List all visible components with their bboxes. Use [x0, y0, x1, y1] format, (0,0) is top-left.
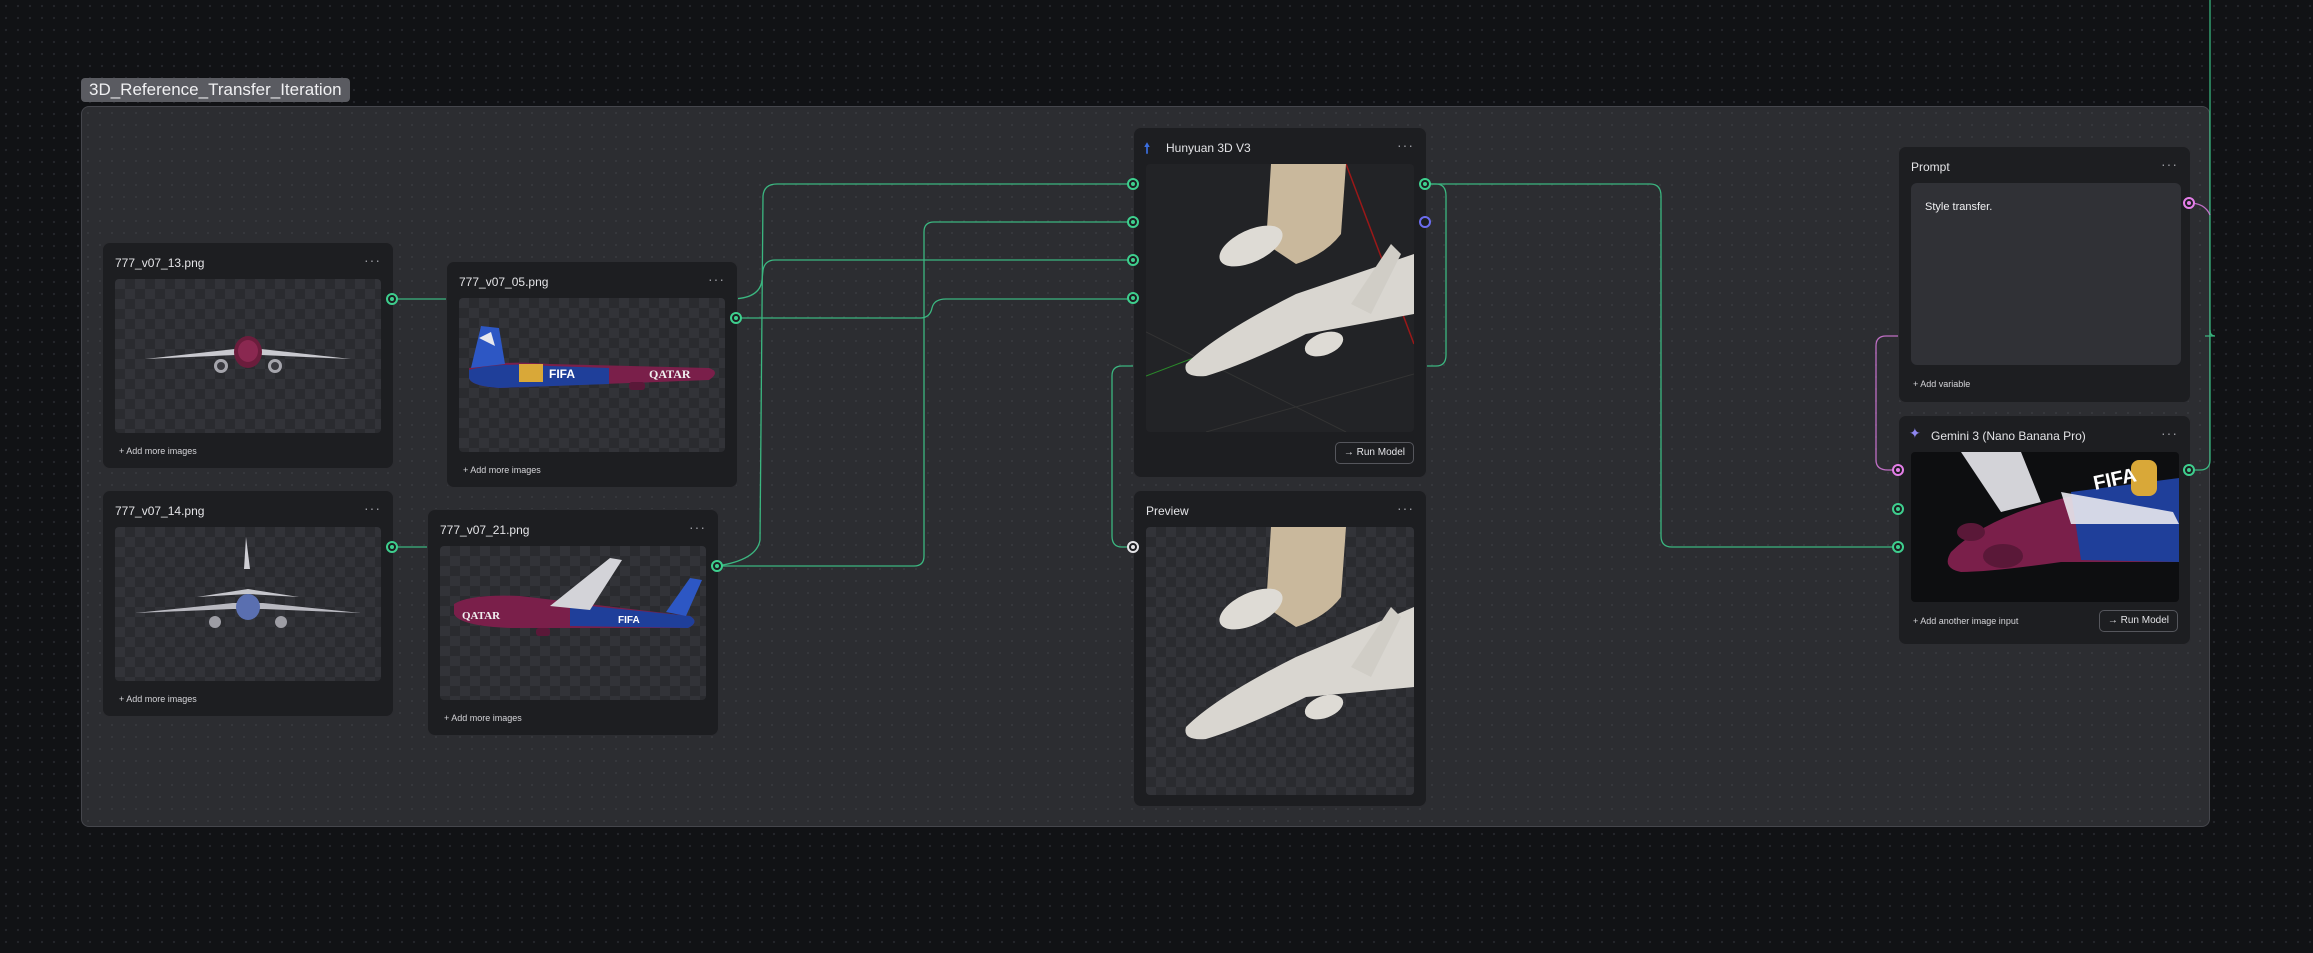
hunyuan-logo-icon: 🠕	[1144, 140, 1151, 156]
node-title: 777_v07_14.png	[115, 504, 205, 518]
more-menu-icon[interactable]: ···	[364, 252, 381, 268]
output-port[interactable]	[1419, 178, 1431, 190]
node-title: Preview	[1146, 504, 1189, 518]
input-port-1[interactable]	[1127, 216, 1139, 228]
run-model-button[interactable]: → Run Model	[2098, 610, 2178, 632]
node-title: 777_v07_13.png	[115, 256, 205, 270]
more-menu-icon[interactable]: ···	[1397, 137, 1414, 153]
add-more-images-button[interactable]: + Add more images	[119, 694, 197, 704]
node-title: 777_v07_05.png	[459, 275, 549, 289]
hunyuan-3d-node[interactable]: 🠕 Hunyuan 3D V3 ··· → Run Model	[1133, 127, 1427, 478]
image-thumbnail[interactable]	[115, 279, 381, 433]
input-port-0[interactable]	[1127, 178, 1139, 190]
input-port-2[interactable]	[1127, 254, 1139, 266]
input-port-3[interactable]	[1127, 292, 1139, 304]
node-title: Hunyuan 3D V3	[1166, 141, 1251, 155]
image-node-05[interactable]: 777_v07_05.png ··· FIFA QATAR + Add more…	[446, 261, 738, 488]
prompt-output-port[interactable]	[2183, 197, 2195, 209]
output-port[interactable]	[386, 293, 398, 305]
output-port[interactable]	[730, 312, 742, 324]
add-more-images-button[interactable]: + Add more images	[119, 446, 197, 456]
add-more-images-button[interactable]: + Add more images	[463, 465, 541, 475]
svg-text:FIFA: FIFA	[549, 367, 575, 381]
add-variable-button[interactable]: + Add variable	[1913, 379, 1970, 389]
gemini-input-prompt-port[interactable]	[1892, 464, 1904, 476]
3d-model-preview	[1185, 527, 1414, 740]
generated-livery-image: FIFA	[1947, 452, 2179, 572]
airplane-livery-side-image: FIFA QATAR	[469, 326, 715, 390]
gemini-output-port[interactable]	[2183, 464, 2195, 476]
airplane-front-image	[145, 336, 351, 373]
add-image-input-button[interactable]: + Add another image input	[1913, 616, 2018, 626]
prompt-textarea[interactable]: Style transfer.	[1911, 183, 2181, 365]
preview-node[interactable]: Preview ···	[1133, 490, 1427, 807]
gemini-input-image-port-2[interactable]	[1892, 541, 1904, 553]
more-menu-icon[interactable]: ···	[689, 519, 706, 535]
image-node-14[interactable]: 777_v07_14.png ··· + Add more images	[102, 490, 394, 717]
node-title: Prompt	[1911, 160, 1950, 174]
output-image[interactable]: FIFA	[1911, 452, 2179, 602]
svg-text:FIFA: FIFA	[618, 615, 640, 626]
3d-viewport[interactable]	[1146, 164, 1414, 432]
group-label[interactable]: 3D_Reference_Transfer_Iteration	[81, 78, 350, 102]
airplane-livery-angle-image: QATAR FIFA	[454, 558, 702, 636]
more-menu-icon[interactable]: ···	[364, 500, 381, 516]
preview-image[interactable]	[1146, 527, 1414, 795]
add-more-images-button[interactable]: + Add more images	[444, 713, 522, 723]
more-menu-icon[interactable]: ···	[1397, 500, 1414, 516]
more-menu-icon[interactable]: ···	[2161, 425, 2178, 441]
image-thumbnail[interactable]: FIFA QATAR	[459, 298, 725, 452]
image-node-21[interactable]: 777_v07_21.png ··· QATAR FIFA + Add more…	[427, 509, 719, 736]
more-menu-icon[interactable]: ···	[2161, 156, 2178, 172]
output-port-secondary[interactable]	[1419, 216, 1431, 228]
more-menu-icon[interactable]: ···	[708, 271, 725, 287]
input-port[interactable]	[1127, 541, 1139, 553]
airplane-rear-image	[135, 537, 361, 628]
image-thumbnail[interactable]	[115, 527, 381, 681]
gemini-node[interactable]: ✦ Gemini 3 (Nano Banana Pro) ··· FIFA + …	[1898, 415, 2191, 645]
svg-text:QATAR: QATAR	[649, 367, 691, 381]
node-title: 777_v07_21.png	[440, 523, 530, 537]
sparkle-icon: ✦	[1909, 425, 1921, 441]
svg-text:QATAR: QATAR	[462, 610, 501, 622]
run-model-button[interactable]: → Run Model	[1334, 442, 1414, 464]
prompt-text: Style transfer.	[1925, 201, 1993, 213]
image-node-13[interactable]: 777_v07_13.png ··· + Add more images	[102, 242, 394, 469]
prompt-node[interactable]: Prompt ··· Style transfer. + Add variabl…	[1898, 146, 2191, 403]
image-thumbnail[interactable]: QATAR FIFA	[440, 546, 706, 700]
node-title: Gemini 3 (Nano Banana Pro)	[1931, 429, 2086, 443]
3d-model-render	[1146, 164, 1414, 432]
gemini-input-image-port-1[interactable]	[1892, 503, 1904, 515]
output-port[interactable]	[386, 541, 398, 553]
output-port[interactable]	[711, 560, 723, 572]
